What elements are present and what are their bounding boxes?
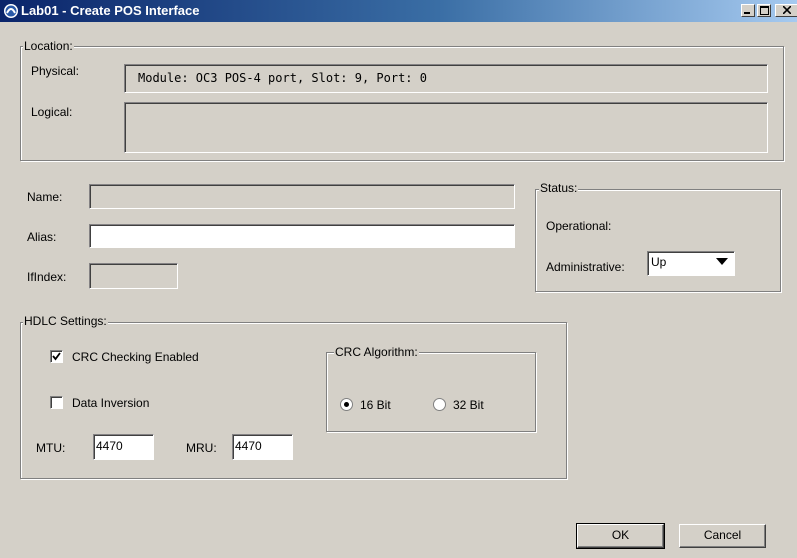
maximize-icon [759,6,769,15]
close-icon [782,6,791,14]
administrative-select[interactable]: Up [647,251,735,276]
checkmark-icon [52,352,61,361]
operational-label: Operational: [546,219,612,233]
alias-input[interactable] [89,224,515,248]
crc-algorithm-legend: CRC Algorithm: [334,345,419,359]
physical-label: Physical: [31,64,80,78]
mtu-value: 4470 [96,439,123,453]
administrative-label: Administrative: [546,260,625,274]
crc-checking-checkbox[interactable] [50,350,63,363]
window-title: Lab01 - Create POS Interface [21,3,200,18]
crc-32-label: 32 Bit [453,398,484,412]
physical-value: Module: OC3 POS-4 port, Slot: 9, Port: 0 [138,71,427,85]
ifindex-field [89,263,178,289]
mru-label: MRU: [186,441,217,455]
alias-label: Alias: [27,230,57,244]
ifindex-label: IfIndex: [27,270,67,284]
ok-button[interactable]: OK [576,523,665,549]
mtu-label: MTU: [36,441,66,455]
name-label: Name: [27,190,63,204]
physical-field: Module: OC3 POS-4 port, Slot: 9, Port: 0 [124,64,768,93]
close-button[interactable] [775,4,797,17]
title-bar[interactable]: Lab01 - Create POS Interface [0,0,797,22]
crc-32-radio[interactable] [433,398,446,411]
data-inversion-label: Data Inversion [72,396,150,410]
crc-16-radio[interactable] [340,398,353,411]
hdlc-legend: HDLC Settings: [23,314,108,328]
maximize-button[interactable] [757,4,771,17]
crc-16-label: 16 Bit [360,398,391,412]
status-legend: Status: [539,181,579,195]
data-inversion-checkbox[interactable] [50,396,63,409]
mtu-input[interactable]: 4470 [93,434,154,460]
location-legend: Location: [23,39,74,53]
logical-label: Logical: [31,105,73,119]
minimize-button[interactable] [741,4,755,17]
app-window-icon [4,4,18,18]
mru-input[interactable]: 4470 [232,434,293,460]
status-group [535,189,781,292]
crc-algorithm-group [326,352,536,432]
chevron-down-icon[interactable] [716,258,728,266]
mru-value: 4470 [235,439,262,453]
minimize-icon [744,12,750,14]
logical-field [124,102,768,153]
cancel-button[interactable]: Cancel [679,524,766,548]
administrative-value: Up [651,255,667,269]
crc-checking-label: CRC Checking Enabled [72,350,199,364]
name-field [89,184,515,209]
